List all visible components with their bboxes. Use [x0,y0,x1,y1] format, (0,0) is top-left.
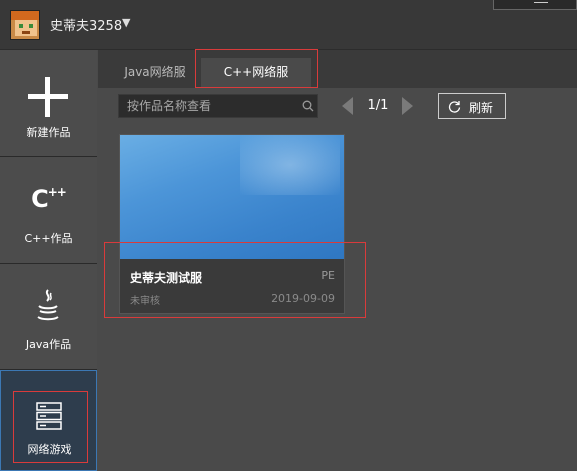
search-input[interactable] [119,95,299,117]
refresh-icon [448,101,461,113]
top-bar: 史蒂夫3258 ▼ [0,0,577,50]
sidebar-item-label: 网络游戏 [27,443,72,456]
cpp-icon: C++ [31,185,67,213]
sidebar-item-java-works[interactable]: Java作品 [0,264,97,370]
server-date: 2019-09-09 [271,292,335,305]
page-indicator: 1/1 [367,98,389,113]
prev-page-icon[interactable] [340,96,354,116]
sidebar-item-cpp-works[interactable]: C++ C++作品 [0,157,97,264]
search-icon[interactable] [302,100,314,112]
sidebar-item-label: Java作品 [25,338,72,351]
refresh-label: 刷新 [469,101,494,115]
java-icon [37,289,59,321]
server-card[interactable]: 史蒂夫测试服 PE 未审核 2019-09-09 [119,134,345,314]
sidebar: 新建作品 C++ C++作品 Java作品 网络游戏 [0,50,97,471]
server-type: PE [321,269,335,282]
user-avatar[interactable] [10,10,40,40]
sidebar-item-label: C++作品 [24,232,73,245]
tab-cpp-server[interactable]: C++网络服 [201,58,311,88]
username[interactable]: 史蒂夫3258 [50,15,122,34]
review-status: 未审核 [130,296,160,307]
server-icon [36,402,62,430]
caret-down-icon[interactable]: ▼ [122,16,130,29]
server-thumbnail [120,135,344,259]
search-box [118,94,318,118]
sidebar-item-label: 新建作品 [26,126,71,139]
tab-bar: Java网络服 C++网络服 [98,50,577,88]
next-page-icon[interactable] [401,96,415,116]
server-name: 史蒂夫测试服 [130,271,203,285]
refresh-button[interactable]: 刷新 [438,93,506,119]
sidebar-item-online-games[interactable]: 网络游戏 [0,370,97,471]
minimize-button[interactable] [493,0,577,10]
tab-java-server[interactable]: Java网络服 [110,58,200,88]
sidebar-item-new-work[interactable]: 新建作品 [0,50,97,157]
